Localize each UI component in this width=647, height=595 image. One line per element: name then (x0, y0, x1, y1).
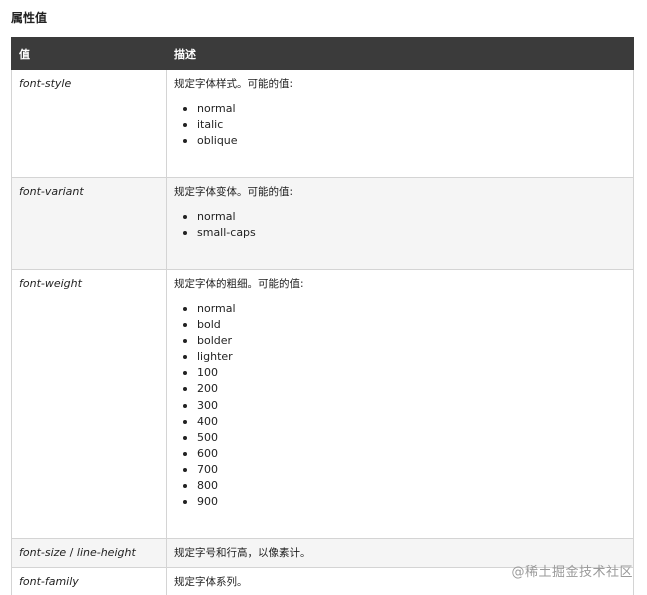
property-name: font-style (19, 77, 72, 90)
value-cell: font-variant (11, 177, 167, 270)
description-cell: 规定字体变体。可能的值: normal small-caps (166, 177, 634, 270)
list-item: 300 (182, 398, 626, 414)
description-cell: 规定字体的粗细。可能的值: normal bold bolder lighter… (166, 269, 634, 539)
options-list: normal bold bolder lighter 100 200 300 4… (174, 301, 626, 510)
value-cell: font-family (11, 567, 167, 595)
property-name: font-variant (19, 185, 84, 198)
list-item: small-caps (182, 225, 626, 241)
value-cell: font-style (11, 69, 167, 178)
list-item: normal (182, 301, 626, 317)
table-row: font-weight 规定字体的粗细。可能的值: normal bold bo… (11, 269, 634, 539)
value-separator: / (66, 546, 77, 559)
list-item: bold (182, 317, 626, 333)
value-cell: font-weight (11, 269, 167, 539)
list-item: 500 (182, 430, 626, 446)
table-header-row: 值 描述 (11, 37, 634, 70)
description-text: 规定字体样式。可能的值: (174, 78, 294, 90)
value-cell: font-size / line-height (11, 538, 167, 568)
list-item: 100 (182, 365, 626, 381)
list-item: 800 (182, 478, 626, 494)
table-row: font-variant 规定字体变体。可能的值: normal small-c… (11, 177, 634, 270)
list-item: lighter (182, 349, 626, 365)
page: 属性值 值 描述 font-style 规定字体样式。可能的值: normal (0, 0, 647, 595)
header-description: 描述 (166, 37, 634, 70)
header-value: 值 (11, 37, 167, 70)
list-item: 900 (182, 494, 626, 510)
list-item: normal (182, 209, 626, 225)
list-item: normal (182, 101, 626, 117)
list-item: 600 (182, 446, 626, 462)
description-cell: 规定字体样式。可能的值: normal italic oblique (166, 69, 634, 178)
description-text: 规定字号和行高，以像素计。 (174, 547, 311, 559)
list-item: oblique (182, 133, 626, 149)
property-values-table: 值 描述 font-style 规定字体样式。可能的值: normal ital… (11, 37, 634, 595)
section-title: 属性值 (11, 11, 48, 25)
list-item: 200 (182, 381, 626, 397)
options-list: normal italic oblique (174, 101, 626, 149)
property-name: font-family (19, 575, 79, 588)
list-item: 400 (182, 414, 626, 430)
list-item: italic (182, 117, 626, 133)
description-text: 规定字体变体。可能的值: (174, 186, 294, 198)
description-text: 规定字体的粗细。可能的值: (174, 278, 304, 290)
property-name: font-size (19, 546, 67, 559)
property-name: line-height (76, 546, 136, 559)
list-item: bolder (182, 333, 626, 349)
list-item: 700 (182, 462, 626, 478)
options-list: normal small-caps (174, 209, 626, 241)
property-name: font-weight (19, 277, 82, 290)
watermark: @稀土掘金技术社区 (511, 565, 633, 580)
table-row: font-style 规定字体样式。可能的值: normal italic ob… (11, 69, 634, 178)
